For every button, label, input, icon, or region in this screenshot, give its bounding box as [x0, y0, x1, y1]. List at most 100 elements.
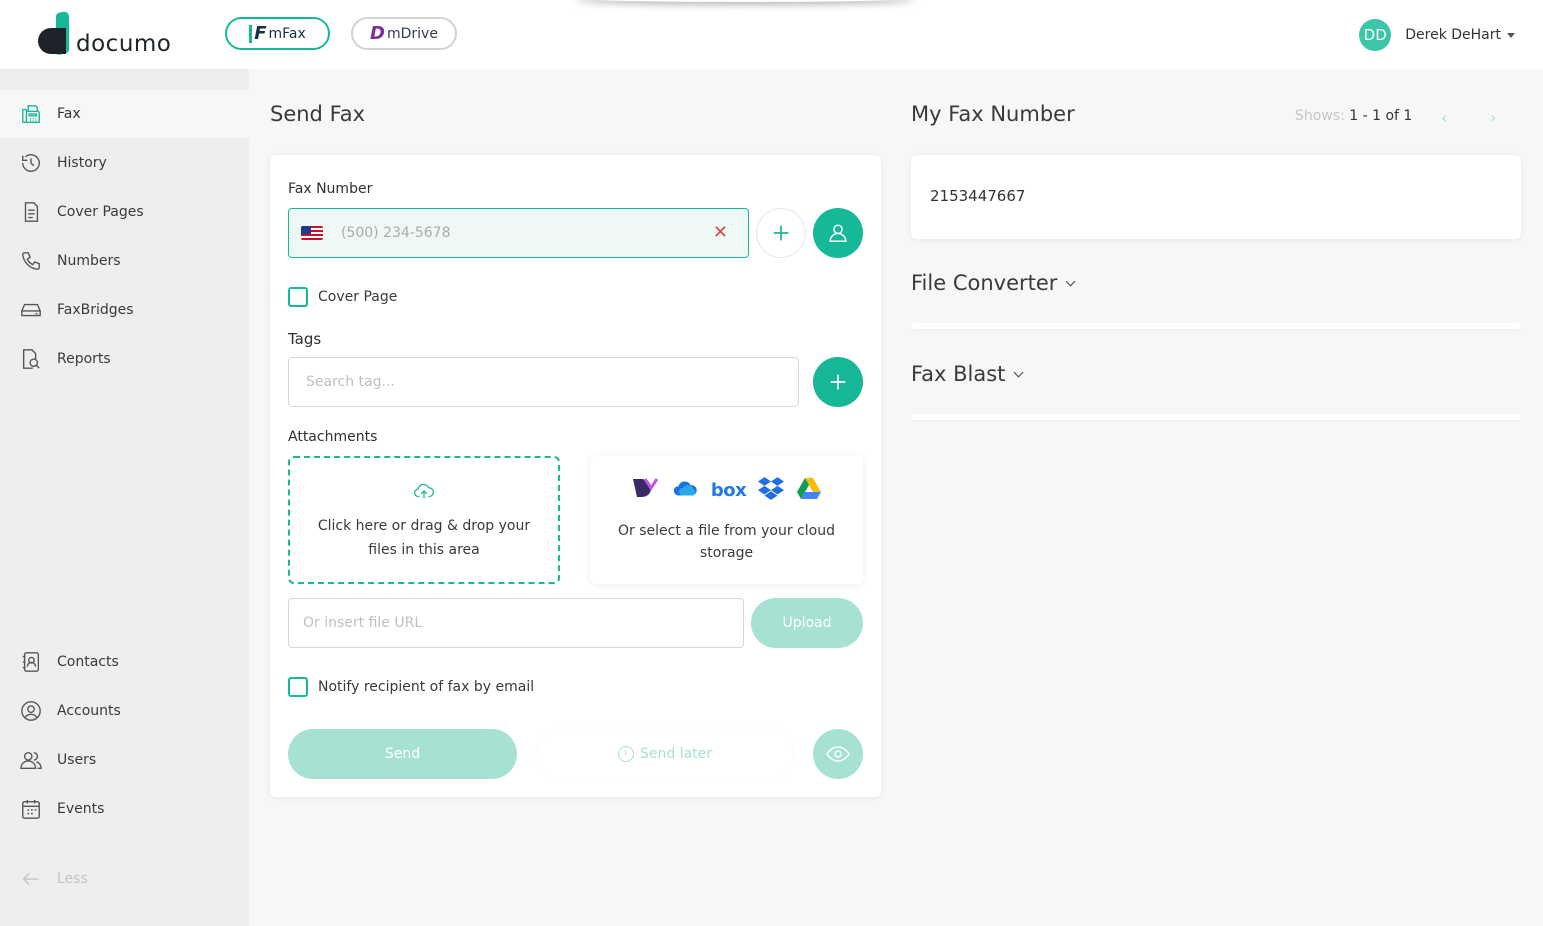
cover-page-checkbox[interactable] — [288, 287, 308, 307]
top-header: documo F mFax D mDrive DD Derek DeHart — [0, 0, 1543, 69]
mdrive-logo-icon: D — [370, 23, 385, 44]
send-fax-title: Send Fax — [270, 102, 366, 126]
avatar: DD — [1359, 19, 1392, 51]
sidebar-item-label: History — [57, 155, 107, 171]
sidebar-less-label: Less — [57, 871, 88, 887]
tags-search-input[interactable] — [306, 374, 798, 390]
upload-button[interactable]: Upload — [751, 598, 863, 648]
documo-logo[interactable]: documo — [38, 10, 172, 57]
mdrive-icon[interactable] — [631, 476, 659, 504]
users-icon — [19, 748, 43, 772]
timer-icon — [617, 746, 634, 762]
send-button[interactable]: Send — [288, 729, 517, 779]
sidebar: Fax History Cover Pages Numbers FaxBridg… — [0, 69, 249, 926]
mdrive-app-button[interactable]: D mDrive — [351, 17, 457, 50]
cloud-storage-picker[interactable]: box Or select a file from your cloud sto… — [590, 456, 863, 584]
account-icon — [19, 699, 43, 723]
report-search-icon — [19, 347, 43, 371]
sidebar-item-cover-pages[interactable]: Cover Pages — [0, 188, 249, 236]
preview-button[interactable] — [813, 729, 863, 779]
dropzone-text: Click here or drag & drop your files in … — [317, 518, 531, 558]
fax-blast-toggle[interactable]: Fax Blast — [911, 362, 1024, 386]
fax-number-value: 2153447667 — [930, 187, 1026, 205]
chevron-left-icon[interactable]: ‹ — [1441, 108, 1447, 127]
send-later-button[interactable]: Send later — [537, 729, 793, 779]
fax-blast-panel — [911, 414, 1521, 420]
file-url-field[interactable] — [288, 598, 744, 648]
notify-recipient-option[interactable]: Notify recipient of fax by email — [288, 677, 534, 697]
user-icon — [829, 224, 847, 242]
box-icon[interactable]: box — [711, 480, 747, 501]
sidebar-item-contacts[interactable]: Contacts — [0, 638, 249, 686]
sidebar-item-history[interactable]: History — [0, 139, 249, 187]
chevron-right-icon[interactable]: › — [1490, 108, 1496, 127]
sidebar-item-label: Users — [57, 752, 97, 768]
mfax-app-button[interactable]: F mFax — [225, 17, 330, 50]
clear-icon[interactable]: ✕ — [713, 224, 728, 242]
header-shadow-decoration — [575, 0, 915, 2]
pagination-label: Shows: — [1295, 108, 1345, 124]
notify-recipient-checkbox[interactable] — [288, 677, 308, 697]
sidebar-item-numbers[interactable]: Numbers — [0, 237, 249, 285]
add-recipient-button[interactable] — [756, 208, 806, 258]
history-icon — [19, 151, 43, 175]
phone-icon — [19, 249, 43, 273]
add-tag-button[interactable] — [813, 357, 863, 407]
file-converter-title: File Converter — [911, 271, 1058, 295]
us-flag-icon[interactable] — [301, 226, 323, 240]
user-name: Derek DeHart — [1405, 27, 1501, 43]
plus-icon — [773, 225, 789, 241]
sidebar-item-users[interactable]: Users — [0, 736, 249, 784]
sidebar-item-faxbridges[interactable]: FaxBridges — [0, 286, 249, 334]
select-contact-button[interactable] — [813, 208, 863, 258]
cloud-provider-icons: box — [590, 476, 863, 504]
brand-name: documo — [76, 31, 172, 57]
dropbox-icon[interactable] — [758, 475, 785, 505]
arrow-left-icon — [19, 867, 43, 891]
cover-page-label: Cover Page — [318, 289, 398, 305]
pagination-range: 1 - 1 of 1 — [1349, 108, 1413, 124]
drive-icon — [19, 298, 43, 322]
google-drive-icon[interactable] — [796, 476, 822, 504]
document-icon — [19, 200, 43, 224]
fax-blast-title: Fax Blast — [911, 362, 1006, 386]
calendar-icon — [19, 797, 43, 821]
sidebar-item-label: Numbers — [57, 253, 121, 269]
sidebar-item-label: Reports — [57, 351, 111, 367]
mfax-logo-icon: F — [249, 24, 267, 43]
sidebar-collapse-less[interactable]: Less — [0, 855, 249, 903]
sidebar-item-label: Cover Pages — [57, 204, 144, 220]
contact-book-icon — [19, 650, 43, 674]
file-url-input[interactable] — [303, 615, 743, 631]
onedrive-icon[interactable] — [671, 478, 699, 502]
user-menu[interactable]: DD Derek DeHart — [1359, 19, 1515, 51]
cloud-storage-text: Or select a file from your cloud storage — [618, 523, 835, 561]
cover-page-option[interactable]: Cover Page — [288, 287, 397, 307]
my-fax-number-title: My Fax Number — [911, 102, 1075, 126]
sidebar-item-fax[interactable]: Fax — [0, 90, 249, 138]
sidebar-item-accounts[interactable]: Accounts — [0, 687, 249, 735]
file-dropzone[interactable]: Click here or drag & drop your files in … — [288, 456, 560, 584]
sidebar-item-label: Contacts — [57, 654, 119, 670]
fax-number-input[interactable] — [341, 225, 701, 241]
sidebar-item-events[interactable]: Events — [0, 785, 249, 833]
sidebar-item-reports[interactable]: Reports — [0, 335, 249, 383]
sidebar-item-label: Accounts — [57, 703, 121, 719]
fax-icon — [19, 102, 43, 126]
chevron-down-icon — [1013, 367, 1024, 377]
mdrive-label: mDrive — [386, 25, 438, 42]
documo-logo-icon — [38, 10, 72, 56]
chevron-down-icon — [1065, 276, 1076, 286]
file-converter-toggle[interactable]: File Converter — [911, 271, 1076, 295]
sidebar-item-label: Events — [57, 801, 105, 817]
tags-field[interactable] — [288, 357, 799, 407]
cloud-upload-icon — [290, 480, 558, 502]
notify-recipient-label: Notify recipient of fax by email — [318, 679, 535, 695]
tags-label: Tags — [288, 330, 322, 348]
pagination-info: Shows: 1 - 1 of 1 — [1295, 108, 1412, 124]
caret-down-icon — [1507, 32, 1515, 38]
fax-number-field[interactable]: ✕ — [288, 208, 749, 258]
attachments-label: Attachments — [288, 429, 378, 445]
fax-number-card[interactable]: 2153447667 — [911, 155, 1521, 239]
eye-icon — [826, 746, 850, 762]
